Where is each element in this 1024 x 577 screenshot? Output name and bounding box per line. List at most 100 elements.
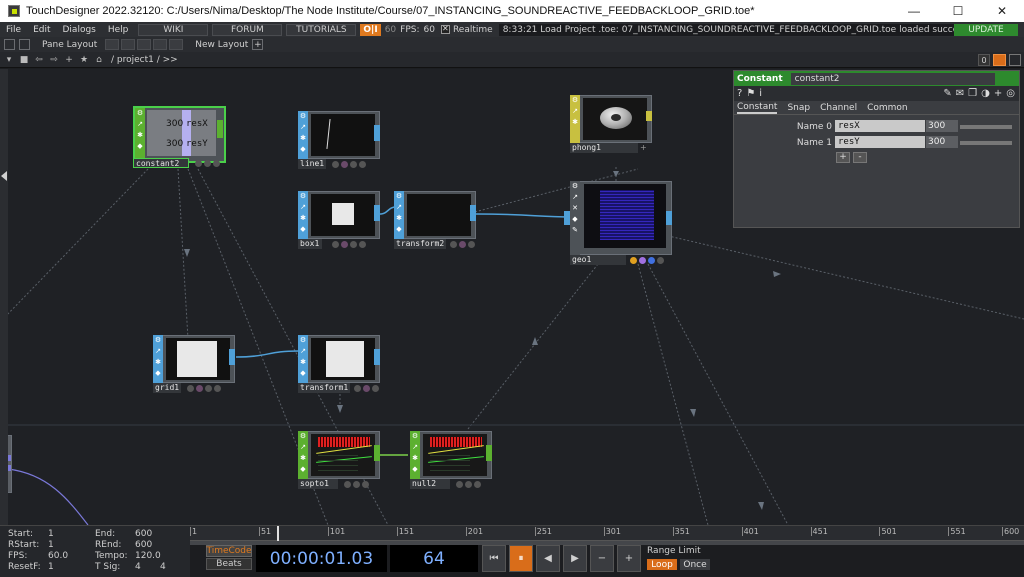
node-phong1[interactable]: ⚙ ↗ ✱ phong1 + <box>570 95 652 153</box>
node-line1[interactable]: ⚙ ↗ ✱ ◆ line1 <box>298 111 380 169</box>
param-op-name-field[interactable]: constant2 <box>790 72 995 85</box>
bookmark-star-icon[interactable]: ★ <box>78 54 90 66</box>
collapse-arrow-icon[interactable] <box>1 171 7 181</box>
forward-icon[interactable]: ⇨ <box>48 54 60 66</box>
comment-icon[interactable]: ✉ <box>956 88 964 99</box>
close-button[interactable]: ✕ <box>980 0 1024 22</box>
start-value[interactable]: 1 <box>48 529 54 539</box>
home-icon[interactable]: ⌂ <box>93 54 105 66</box>
minimize-button[interactable]: — <box>892 0 936 22</box>
ruler-tick: 201 <box>465 527 484 536</box>
node-sopto1[interactable]: ⚙ ↗ ✱ ◆ sopto1 <box>298 431 380 489</box>
forum-button[interactable]: FORUM <box>212 23 283 36</box>
once-button[interactable]: Once <box>680 559 710 570</box>
param-remove-row-button[interactable]: - <box>853 152 867 163</box>
back-icon[interactable]: ⇦ <box>33 54 45 66</box>
stop-icon[interactable]: ■ <box>18 54 30 66</box>
param-add-row-button[interactable]: + <box>836 152 850 163</box>
node-label-transform1: transform1 <box>298 383 350 393</box>
info-icon[interactable]: i <box>759 88 762 99</box>
add-param-icon[interactable]: + <box>994 88 1002 99</box>
step-back-button[interactable]: − <box>590 545 614 572</box>
timecode-display[interactable]: 00:00:01.03 <box>256 545 387 572</box>
pane-layout-preset-1[interactable] <box>105 39 120 50</box>
rend-value[interactable]: 600 <box>135 540 152 550</box>
maximize-button[interactable]: ☐ <box>936 0 980 22</box>
pane-view-icon[interactable] <box>19 39 30 50</box>
left-collapse-strip[interactable] <box>0 69 8 525</box>
settings-icon[interactable]: ◎ <box>1006 88 1015 99</box>
menu-file[interactable]: File <box>0 25 27 35</box>
menu-dialogs[interactable]: Dialogs <box>57 25 102 35</box>
timeline-fps-value[interactable]: 60.0 <box>48 551 68 561</box>
tsig-denominator[interactable]: 4 <box>160 562 166 572</box>
param-value0-field[interactable]: 300 <box>926 120 958 132</box>
node-label-phong1: phong1 <box>570 143 638 153</box>
end-label: End: <box>95 529 116 539</box>
phong1-add-icon[interactable]: + <box>640 143 650 153</box>
pane-layout-preset-5[interactable] <box>169 39 184 50</box>
timeline-bar: Start: 1 RStart: 1 FPS: 60.0 ResetF: 1 E… <box>0 525 1024 577</box>
network-path[interactable]: / project1 / >> <box>111 55 178 65</box>
resetf-value[interactable]: 1 <box>48 562 54 572</box>
param-value0-slider[interactable] <box>960 125 1012 129</box>
menu-help[interactable]: Help <box>102 25 135 35</box>
param-tab-snap[interactable]: Snap <box>787 103 810 113</box>
node-transform2[interactable]: ⚙ ↗ ✱ ◆ transform2 <box>394 191 476 249</box>
node-label-grid1: grid1 <box>153 383 181 393</box>
param-value1-slider[interactable] <box>960 141 1012 145</box>
wiki-button[interactable]: WIKI <box>138 23 209 36</box>
update-button[interactable]: UPDATE <box>954 23 1018 36</box>
view-mode-toggle[interactable] <box>993 54 1006 66</box>
end-value[interactable]: 600 <box>135 529 152 539</box>
pause-button[interactable]: ⏸ <box>509 545 533 572</box>
param-tab-common[interactable]: Common <box>867 103 908 113</box>
oi-toggle-button[interactable]: O|I <box>360 23 381 36</box>
timecode-toggle[interactable]: TimeCode <box>206 545 252 557</box>
param-tab-channel[interactable]: Channel <box>820 103 857 113</box>
param-value1-field[interactable]: 300 <box>926 136 958 148</box>
frame-display[interactable]: 64 <box>390 545 478 572</box>
parameter-panel: Constant constant2 ? ⚑ i ✎ ✉ ❐ ◑ + ◎ Con… <box>733 70 1020 228</box>
new-layout-add-button[interactable]: + <box>252 39 264 50</box>
param-name0-field[interactable]: resX <box>835 120 925 132</box>
node-geo1[interactable]: ⚙ ↗ ✕ ◆ ✎ geo1 <box>564 181 672 265</box>
loop-button[interactable]: Loop <box>647 559 677 570</box>
node-constant2[interactable]: ⚙ ↗ ✱ ◆ 300 resX 300 resY constant2 <box>133 106 226 173</box>
menu-dropdown-icon[interactable]: ▾ <box>3 54 15 66</box>
param-name1-field[interactable]: resY <box>835 136 925 148</box>
fps-target-value: 60 <box>384 24 397 35</box>
play-forward-button[interactable]: ▶ <box>563 545 587 572</box>
pane-layout-preset-4[interactable] <box>153 39 168 50</box>
pane-layout-preset-2[interactable] <box>121 39 136 50</box>
python-icon[interactable]: ◑ <box>981 88 990 99</box>
add-icon[interactable]: + <box>63 54 75 66</box>
rewind-button[interactable]: ⏮ <box>482 545 506 572</box>
rstart-value[interactable]: 1 <box>48 540 54 550</box>
beats-toggle[interactable]: Beats <box>206 558 252 570</box>
help-icon[interactable]: ? <box>737 88 742 99</box>
play-reverse-button[interactable]: ◀ <box>536 545 560 572</box>
node-grid1[interactable]: ⚙ ↗ ✱ ◆ grid1 <box>153 335 235 393</box>
param-tab-constant[interactable]: Constant <box>737 102 778 114</box>
python-help-icon[interactable]: ⚑ <box>746 88 755 99</box>
node-offscreen-left[interactable] <box>8 435 12 493</box>
realtime-checkbox[interactable] <box>440 24 450 34</box>
node-transform1[interactable]: ⚙ ↗ ✱ ◆ transform1 <box>298 335 380 393</box>
tutorials-button[interactable]: TUTORIALS <box>286 23 357 36</box>
pane-split-icon[interactable] <box>4 39 15 50</box>
tsig-numerator[interactable]: 4 <box>135 562 141 572</box>
edit-icon[interactable]: ✎ <box>943 88 951 99</box>
node-null2[interactable]: ⚙ ↗ ✱ ◆ null2 <box>410 431 492 489</box>
tempo-value[interactable]: 120.0 <box>135 551 161 561</box>
node-label-line1: line1 <box>298 159 326 169</box>
playhead[interactable] <box>277 526 279 541</box>
node-box1[interactable]: ⚙ ↗ ✱ ◆ box1 <box>298 191 380 249</box>
pane-layout-preset-3[interactable] <box>137 39 152 50</box>
step-forward-button[interactable]: + <box>617 545 641 572</box>
menu-edit[interactable]: Edit <box>27 25 56 35</box>
timeline-ruler[interactable]: 1 51 101 151 201 251 301 351 401 451 501 551 600 <box>189 526 1024 541</box>
pane-options-icon[interactable] <box>1009 54 1021 66</box>
copy-icon[interactable]: ❐ <box>968 88 977 99</box>
range-limit-label: Range Limit <box>647 546 701 556</box>
